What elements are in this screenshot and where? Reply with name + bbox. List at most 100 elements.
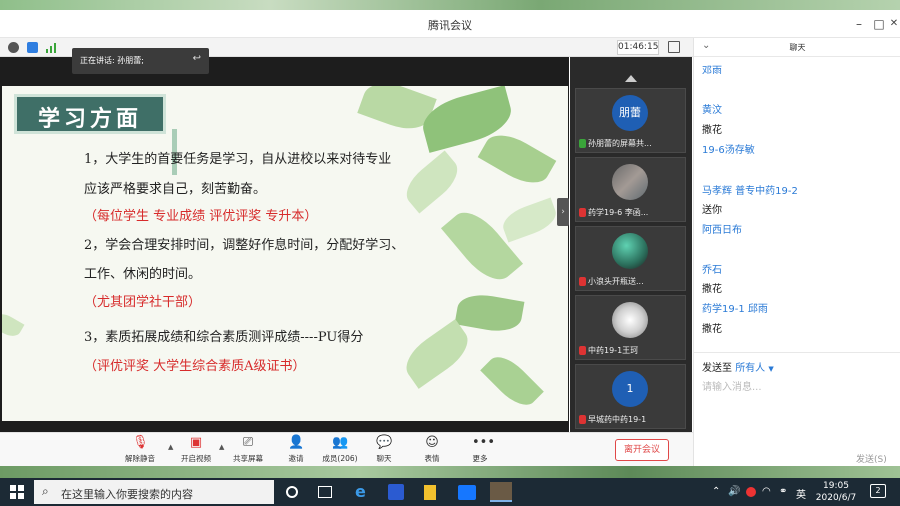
mic-muted-icon	[579, 277, 586, 286]
avatar	[612, 164, 648, 200]
emoji-button[interactable]: ☺ 表情	[410, 436, 454, 466]
leave-meeting-button[interactable]: 离开会议	[615, 439, 669, 461]
meeting-toolbar: 🎙 解除静音 ▲ ▣ 开启视频 ▲ ⎚ 共享屏幕 👤 邀请 👥 成员(206) …	[0, 432, 693, 466]
fullscreen-icon[interactable]	[668, 41, 680, 53]
video-options-caret[interactable]: ▲	[219, 443, 224, 451]
search-icon: ⌕	[42, 484, 49, 498]
input-method-indicator[interactable]: 英	[796, 486, 806, 501]
system-clock[interactable]: 19:05 2020/6/7	[812, 480, 860, 504]
slide-line-highlight: （评优评奖 大学生综合素质A级证书）	[84, 359, 306, 374]
participant-tile[interactable]: 中药19-1王珂	[575, 295, 686, 360]
participant-video-list: 朋蕾 孙朋蕾的屏幕共... 药学19-6 李函... 小浪头开瓶送... 中药1…	[570, 57, 692, 432]
avatar	[612, 233, 648, 269]
app-window-icon[interactable]	[490, 482, 512, 502]
chat-button[interactable]: 💬 聊天	[362, 436, 406, 466]
leaf-decoration	[398, 319, 476, 389]
caret-down-icon: ▼	[768, 365, 774, 373]
leaf-decoration	[398, 150, 466, 214]
chat-sender: 药学19-1 邱雨	[702, 304, 768, 315]
tray-overflow-icon[interactable]: ⌃	[712, 486, 720, 497]
volume-icon[interactable]: 🔊	[728, 486, 740, 497]
chat-message: 撒花	[702, 125, 722, 136]
chat-sender: 马孝辉 普专中药19-2	[702, 186, 798, 197]
desktop-background	[0, 466, 900, 478]
slide-line: 1，大学生的首要任务是学习，自从进校以来对待专业	[84, 152, 392, 167]
invite-button[interactable]: 👤 邀请	[274, 436, 318, 466]
mic-muted-icon	[579, 208, 586, 217]
file-explorer-icon[interactable]	[424, 485, 436, 500]
word-app-icon[interactable]	[388, 484, 404, 500]
unmute-button[interactable]: 🎙 解除静音	[118, 436, 162, 466]
signal-icon[interactable]	[46, 42, 58, 53]
tray-app-icon[interactable]: ⚭	[779, 486, 787, 497]
mic-muted-icon	[579, 346, 586, 355]
info-icon[interactable]	[8, 42, 19, 53]
participant-tile[interactable]: 药学19-6 李函...	[575, 157, 686, 222]
chat-sender: 乔石	[702, 265, 722, 276]
camera-off-icon: ▣	[189, 435, 203, 450]
participant-name: 早城药中药19-1	[579, 414, 684, 426]
windows-start-icon[interactable]	[10, 485, 24, 499]
wifi-icon[interactable]: ◠	[762, 486, 771, 497]
taskbar-search[interactable]: ⌕ 在这里输入你要搜索的内容	[34, 480, 274, 504]
shield-icon[interactable]	[27, 42, 38, 53]
presentation-slide: 学习方面 1，大学生的首要任务是学习，自从进校以来对待专业 应该严格要求自己，刻…	[2, 86, 568, 421]
chat-sender: 黄汶	[702, 105, 722, 116]
more-button[interactable]: ••• 更多	[458, 436, 502, 466]
slide-line: 应该严格要求自己，刻苦勤奋。	[84, 182, 267, 197]
tray-app-icon[interactable]	[746, 487, 756, 497]
scroll-up-icon[interactable]	[625, 75, 637, 82]
chat-header: ⌄ 聊天	[694, 38, 900, 57]
close-button[interactable]: ✕	[885, 15, 900, 33]
send-to-selector[interactable]: 发送至 所有人 ▼	[702, 359, 774, 374]
leaf-decoration	[480, 349, 544, 413]
slide-line: 2，学会合理安排时间，调整好作息时间，分配好学习、	[84, 238, 405, 253]
chat-sender: 阿西日布	[702, 225, 742, 236]
chat-input[interactable]: 请输入消息...	[702, 378, 762, 393]
return-arrow-icon[interactable]: ↩	[193, 53, 201, 64]
task-view-icon[interactable]	[318, 486, 332, 498]
participant-tile[interactable]: 朋蕾 孙朋蕾的屏幕共...	[575, 88, 686, 153]
leaf-decoration	[498, 197, 561, 243]
chat-sender: 邓雨	[702, 66, 722, 74]
leaf-decoration	[477, 125, 557, 193]
participant-tile[interactable]: 1 早城药中药19-1	[575, 364, 686, 429]
slide-line-highlight: （尤其团学社干部）	[84, 295, 202, 310]
audio-options-caret[interactable]: ▲	[168, 443, 173, 451]
members-icon: 👥	[332, 435, 349, 450]
chat-icon: 💬	[376, 435, 393, 450]
participant-name: 药学19-6 李函...	[579, 207, 684, 219]
chat-message: 撒花	[702, 324, 722, 335]
slide-title: 学习方面	[37, 106, 142, 132]
leaf-decoration	[2, 309, 25, 341]
minimize-button[interactable]: –	[850, 15, 868, 33]
leaf-decoration	[454, 290, 525, 336]
desktop-background	[0, 0, 900, 10]
smiley-icon: ☺	[425, 435, 439, 450]
meeting-timer: 01:46:15	[617, 40, 659, 55]
edge-browser-icon[interactable]: e	[355, 483, 373, 501]
title-bar: 腾讯会议 – □ ✕	[0, 10, 900, 38]
notification-center-icon[interactable]: 2	[870, 484, 886, 498]
participant-tile[interactable]: 小浪头开瓶送...	[575, 226, 686, 291]
avatar: 1	[612, 371, 648, 407]
mic-muted-icon	[579, 415, 586, 424]
chat-title: 聊天	[789, 43, 806, 52]
share-screen-button[interactable]: ⎚ 共享屏幕	[226, 436, 270, 466]
start-video-button[interactable]: ▣ 开启视频	[174, 436, 218, 466]
cortana-icon[interactable]	[286, 486, 298, 498]
chat-message: 送你	[702, 205, 722, 216]
chat-sender: 19-6汤存敏	[702, 145, 755, 156]
avatar: 朋蕾	[612, 95, 648, 131]
meeting-window: 腾讯会议 – □ ✕ 01:46:15 学习方面 1，大学生的首要任务是学习，自…	[0, 10, 900, 466]
mic-muted-icon: 🎙	[132, 435, 149, 450]
slide-title-box: 学习方面	[14, 94, 166, 134]
slide-line-highlight: （每位学生 专业成绩 评优评奖 专升本）	[84, 209, 318, 224]
tencent-meeting-icon[interactable]	[458, 485, 476, 500]
collapse-panel-handle[interactable]: ›	[557, 198, 569, 226]
mic-on-icon	[579, 139, 586, 148]
send-button[interactable]: 发送(S)	[856, 452, 887, 465]
slide-line: 3，素质拓展成绩和综合素质测评成绩----PU得分	[84, 330, 364, 345]
members-button[interactable]: 👥 成员(206)	[318, 436, 362, 466]
shared-screen-area: 学习方面 1，大学生的首要任务是学习，自从进校以来对待专业 应该严格要求自己，刻…	[0, 57, 569, 432]
